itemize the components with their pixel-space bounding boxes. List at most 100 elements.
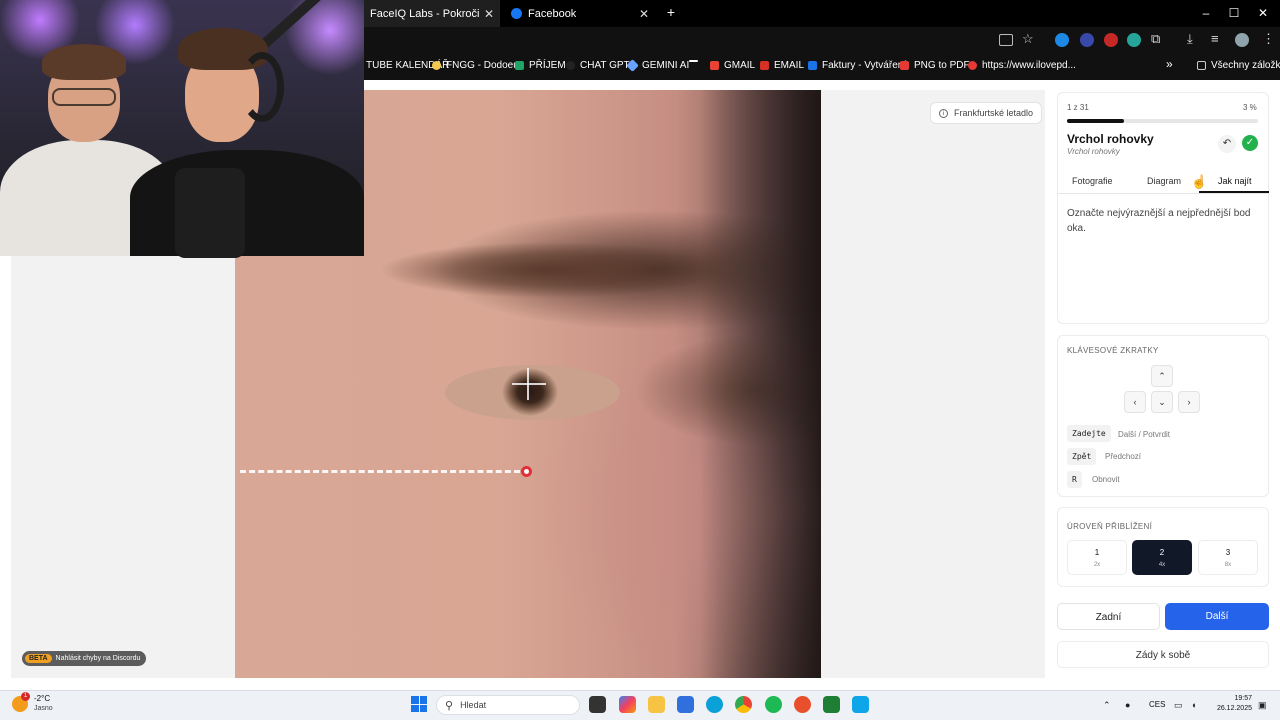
clock[interactable]: 19:57 26.12.2025 (1212, 694, 1252, 714)
progress-bar (1067, 119, 1258, 123)
crosshair-icon (527, 368, 529, 400)
fngg-icon (432, 61, 441, 70)
tab-label: FaceIQ Labs - Pokročilá analýza (370, 7, 480, 20)
bookmark[interactable]: https://www.ilovepd... (968, 60, 1076, 71)
tab-diagram[interactable]: Diagram (1147, 176, 1181, 186)
bookmark[interactable]: GMAIL (710, 60, 755, 71)
close-icon[interactable]: ✕ (639, 7, 649, 21)
bookmark[interactable]: CHAT GPT (566, 60, 630, 71)
weather-condition: Jasno (34, 705, 53, 712)
window-close-button[interactable]: ✕ (1256, 6, 1270, 20)
person-left-hair (42, 44, 126, 80)
beta-feedback-pill[interactable]: BETA Nahlásit chyby na Discordu (22, 651, 147, 666)
download-icon[interactable]: ⤓ (1187, 31, 1193, 47)
info-icon: i (939, 108, 948, 118)
tab-jak-najit[interactable]: Jak najít (1218, 176, 1252, 186)
zoom-level-3-button[interactable]: 3 8x (1198, 540, 1258, 575)
shortcut-desc: Další / Potvrdit (1118, 430, 1171, 439)
profile-avatar[interactable] (1235, 33, 1249, 47)
bookmark[interactable]: PNG to PDF (900, 60, 970, 71)
extension-icon[interactable] (1104, 33, 1118, 47)
all-bookmarks-button[interactable]: Všechny záložky (1197, 60, 1280, 71)
excel-icon[interactable] (823, 696, 840, 713)
mic-tray-icon[interactable]: ● (1125, 700, 1130, 710)
shortcuts-heading: KLÁVESOVÉ ZKRATKY (1067, 346, 1159, 355)
confirm-check-icon[interactable]: ✓ (1242, 135, 1258, 151)
zoom-level-1-button[interactable]: 1 2x (1067, 540, 1127, 575)
gmail-icon (710, 61, 719, 70)
headphones-icon (240, 52, 284, 122)
landmark-title: Vrchol rohovky (1067, 132, 1154, 146)
bookmark[interactable] (689, 60, 703, 62)
notepad-icon[interactable] (852, 696, 869, 713)
notifications-icon[interactable]: ▣ (1258, 700, 1267, 711)
tab-fotografie[interactable]: Fotografie (1072, 176, 1113, 186)
undo-button[interactable]: ↶ (1218, 135, 1236, 153)
heart-icon (900, 61, 909, 70)
progress-count: 1 z 31 (1067, 103, 1089, 112)
puzzle-icon[interactable]: ⧉ (1151, 31, 1160, 47)
bookmark[interactable]: EMAIL (760, 60, 804, 71)
taskbar-search[interactable]: ⚲ Hledat (436, 695, 580, 715)
landmark-chip[interactable]: i Frankfurtské letadlo (930, 102, 1043, 124)
backwards-button[interactable]: Zády k sobě (1057, 641, 1269, 668)
arrow-down-key[interactable]: ⌄ (1151, 391, 1173, 413)
invoice-icon (808, 61, 817, 70)
landmark-point[interactable] (521, 466, 532, 477)
tab-facebook[interactable]: Facebook ✕ (505, 0, 655, 27)
extension-icon[interactable] (1127, 33, 1141, 47)
outlook-icon[interactable] (677, 696, 694, 713)
progress-fill (1067, 119, 1125, 123)
landmark-subtitle: Vrchol rohovky (1067, 147, 1120, 156)
bookmark[interactable]: Faktury - Vytváření (808, 60, 906, 71)
app-icon[interactable] (794, 696, 811, 713)
spotify-icon[interactable] (765, 696, 782, 713)
maximize-button[interactable]: ☐ (1227, 6, 1241, 20)
search-icon: ⚲ (445, 699, 454, 712)
tray-chevron-icon[interactable]: ⌃ (1103, 700, 1111, 711)
notification-badge: 1 (21, 692, 30, 701)
copilot-icon[interactable] (619, 696, 636, 713)
volume-icon[interactable]: ◖ (1191, 700, 1196, 710)
extension-icon[interactable] (1080, 33, 1094, 47)
openai-icon (566, 61, 575, 70)
bookmarks-overflow-button[interactable]: » (1166, 57, 1173, 71)
shortcuts-card (1057, 335, 1269, 497)
star-icon[interactable]: ☆ (1022, 31, 1034, 47)
taskview-icon[interactable] (589, 696, 606, 713)
eye-region (445, 365, 620, 420)
zoom-heading: ÚROVEŇ PŘIBLÍŽENÍ (1067, 522, 1153, 531)
extension-icon[interactable] (1055, 33, 1069, 47)
file-explorer-icon[interactable] (648, 696, 665, 713)
edge-icon[interactable] (706, 696, 723, 713)
beta-badge: BETA (25, 654, 52, 663)
taskbar (0, 690, 1280, 720)
windows-start-icon[interactable] (411, 696, 427, 712)
email-icon (760, 61, 769, 70)
next-button[interactable]: Další (1165, 603, 1269, 630)
bookmark[interactable]: PŘÍJEM (515, 60, 566, 71)
close-icon[interactable]: ✕ (484, 7, 494, 21)
tab-label: Facebook (528, 7, 577, 20)
beta-text: Nahlásit chyby na Discordu (55, 655, 141, 662)
chrome-icon[interactable] (735, 696, 752, 713)
tab-divider (1057, 193, 1269, 194)
bookmark[interactable]: FNGG - Dodoeu (432, 60, 519, 71)
minimize-button[interactable]: – (1199, 6, 1213, 20)
menu-icon[interactable]: ⋮ (1262, 31, 1275, 47)
new-tab-button[interactable]: + (664, 4, 678, 20)
gemini-icon (626, 59, 639, 72)
network-icon[interactable]: ▭ (1174, 700, 1183, 711)
media-icon[interactable]: ≡ (1211, 31, 1219, 46)
language-indicator[interactable]: CES (1149, 700, 1165, 709)
arrow-right-key[interactable]: › (1178, 391, 1200, 413)
tab-faceiq[interactable]: FaceIQ Labs - Pokročilá analýza ✕ (364, 0, 500, 27)
arrow-left-key[interactable]: ‹ (1124, 391, 1146, 413)
dash-icon (689, 60, 698, 62)
arrow-up-key[interactable]: ⌃ (1151, 365, 1173, 387)
back-button[interactable]: Zadní (1057, 603, 1160, 630)
zoom-level-2-button[interactable]: 2 4x (1132, 540, 1192, 575)
translate-icon[interactable] (999, 34, 1013, 46)
crosshair-icon (512, 383, 546, 385)
bookmark[interactable]: GEMINI AI (626, 59, 689, 72)
